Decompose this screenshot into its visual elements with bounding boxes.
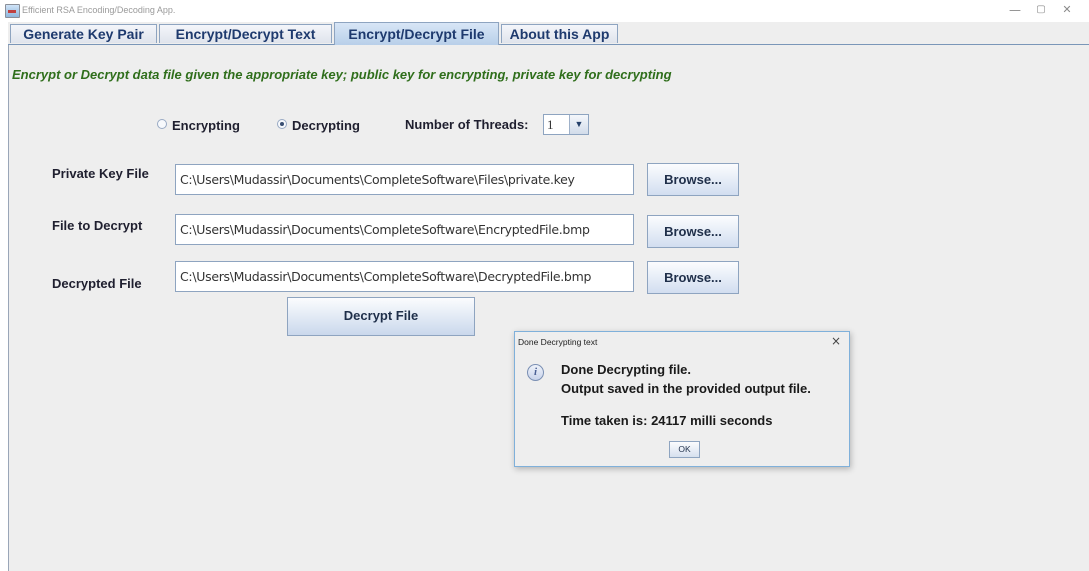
done-dialog: Done Decrypting text × i Done Decrypting… — [514, 331, 850, 467]
tab-encrypt-decrypt-file[interactable]: Encrypt/Decrypt File — [334, 22, 499, 45]
private-key-file-value: C:\Users\Mudassir\Documents\CompleteSoft… — [180, 172, 575, 187]
window-title: Efficient RSA Encoding/Decoding App. — [22, 5, 176, 15]
dialog-title: Done Decrypting text — [518, 337, 598, 347]
browse-private-key-button[interactable]: Browse... — [647, 163, 739, 196]
decrypt-file-button[interactable]: Decrypt File — [287, 297, 475, 336]
encrypting-label: Encrypting — [172, 118, 240, 133]
decrypting-radio[interactable]: Decrypting — [277, 118, 360, 133]
dialog-time-taken: Time taken is: 24117 milli seconds — [561, 413, 773, 428]
panel-description: Encrypt or Decrypt data file given the a… — [12, 67, 672, 82]
dialog-close-button[interactable]: × — [831, 334, 841, 348]
title-bar: Efficient RSA Encoding/Decoding App. — ▢… — [0, 0, 1089, 22]
threads-select[interactable]: 1 ▼ — [543, 114, 589, 135]
dialog-message-line2: Output saved in the provided output file… — [561, 381, 811, 396]
browse-decrypted-file-button[interactable]: Browse... — [647, 261, 739, 294]
private-key-file-label: Private Key File — [52, 166, 149, 181]
encrypting-radio[interactable]: Encrypting — [157, 118, 240, 133]
info-icon: i — [527, 364, 544, 381]
app-icon — [5, 4, 20, 18]
radio-unchecked-icon — [157, 119, 167, 129]
decrypted-file-input[interactable]: C:\Users\Mudassir\Documents\CompleteSoft… — [175, 261, 634, 292]
tab-bar: Generate Key Pair Encrypt/Decrypt Text E… — [8, 22, 1089, 45]
ok-button[interactable]: OK — [669, 441, 700, 458]
minimize-button[interactable]: — — [1004, 2, 1026, 18]
chevron-down-icon[interactable]: ▼ — [569, 115, 588, 134]
browse-file-to-decrypt-button[interactable]: Browse... — [647, 215, 739, 248]
decrypting-label: Decrypting — [292, 118, 360, 133]
file-to-decrypt-input[interactable]: C:\Users\Mudassir\Documents\CompleteSoft… — [175, 214, 634, 245]
private-key-file-input[interactable]: C:\Users\Mudassir\Documents\CompleteSoft… — [175, 164, 634, 195]
tab-about-app[interactable]: About this App — [501, 24, 618, 43]
close-window-button[interactable]: ✕ — [1056, 2, 1078, 18]
threads-value: 1 — [547, 117, 554, 132]
file-panel: Encrypt or Decrypt data file given the a… — [8, 45, 1089, 571]
radio-checked-icon — [277, 119, 287, 129]
file-to-decrypt-label: File to Decrypt — [52, 218, 143, 233]
file-to-decrypt-value: C:\Users\Mudassir\Documents\CompleteSoft… — [180, 222, 590, 237]
maximize-button[interactable]: ▢ — [1030, 2, 1052, 18]
threads-label: Number of Threads: — [405, 117, 529, 132]
decrypted-file-label: Decrypted File — [52, 276, 142, 291]
dialog-message-line1: Done Decrypting file. — [561, 362, 692, 377]
tab-generate-key-pair[interactable]: Generate Key Pair — [10, 24, 157, 43]
tab-encrypt-decrypt-text[interactable]: Encrypt/Decrypt Text — [159, 24, 332, 43]
decrypted-file-value: C:\Users\Mudassir\Documents\CompleteSoft… — [180, 269, 592, 284]
